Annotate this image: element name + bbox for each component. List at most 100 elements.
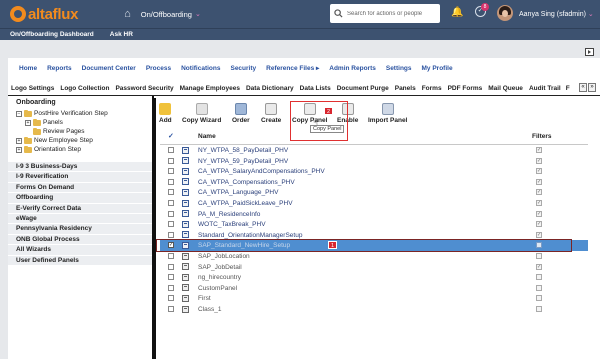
panel-name[interactable]: CustomPanel bbox=[198, 285, 237, 292]
process-offboarding[interactable]: Offboarding bbox=[8, 193, 152, 204]
panel-name[interactable]: Standard_OrientationManagerSetup bbox=[198, 232, 302, 239]
filter-checkbox[interactable] bbox=[536, 274, 542, 281]
panel-name[interactable]: CA_WTPA_Compensations_PHV bbox=[198, 179, 295, 186]
nav-my-profile[interactable]: My Profile bbox=[422, 65, 453, 72]
dashboard-link[interactable]: On/Offboarding Dashboard bbox=[10, 31, 94, 38]
table-row[interactable]: CA_WTPA_PaidSickLeave_PHV ✓ bbox=[160, 198, 588, 209]
tree-node-panels[interactable]: + Panels bbox=[25, 118, 63, 126]
tab-overflow[interactable]: F bbox=[566, 85, 570, 92]
row-checkbox[interactable] bbox=[168, 178, 174, 185]
tab-data-lists[interactable]: Data Lists bbox=[300, 85, 331, 92]
process-everify[interactable]: E-Verify Correct Data bbox=[8, 203, 152, 214]
select-all-checkbox[interactable]: ✓ bbox=[168, 132, 174, 140]
row-checkbox[interactable] bbox=[168, 284, 174, 291]
collapse-icon[interactable]: − bbox=[16, 110, 22, 117]
ask-hr-link[interactable]: Ask HR bbox=[110, 31, 133, 38]
column-name-header[interactable]: Name bbox=[198, 133, 216, 140]
row-checkbox[interactable] bbox=[168, 274, 174, 281]
filter-checkbox[interactable]: ✓ bbox=[536, 210, 542, 217]
panel-name[interactable]: Class_1 bbox=[198, 306, 221, 313]
row-checkbox[interactable] bbox=[168, 263, 174, 270]
row-checkbox[interactable] bbox=[168, 253, 174, 259]
process-pennsylvania[interactable]: Pennsylvania Residency bbox=[8, 224, 152, 235]
table-row[interactable]: ng_hirecountry bbox=[160, 272, 588, 283]
table-row[interactable]: CA_WTPA_Compensations_PHV ✓ bbox=[160, 177, 588, 188]
panel-name[interactable]: NY_WTPA_58_PayDetail_PHV bbox=[198, 147, 288, 154]
filter-checkbox[interactable]: ✓ bbox=[536, 221, 542, 228]
scroll-right-icon[interactable]: » bbox=[588, 83, 596, 92]
tree-node-new-employee[interactable]: + New Employee Step bbox=[16, 136, 93, 144]
process-all-wizards[interactable]: All Wizards bbox=[8, 245, 152, 256]
nav-reports[interactable]: Reports bbox=[47, 65, 72, 72]
expand-panel-icon[interactable] bbox=[585, 48, 594, 56]
row-checkbox[interactable] bbox=[168, 295, 174, 302]
tab-password-security[interactable]: Password Security bbox=[115, 85, 173, 92]
panel-name[interactable]: CA_WTPA_Language_PHV bbox=[198, 189, 278, 196]
filter-checkbox[interactable]: ✓ bbox=[536, 157, 542, 164]
column-filters-header[interactable]: Filters bbox=[532, 133, 552, 140]
home-icon[interactable]: ⌂ bbox=[124, 8, 131, 20]
tab-forms[interactable]: Forms bbox=[422, 85, 442, 92]
filter-checkbox[interactable]: ✓ bbox=[536, 189, 542, 196]
expand-icon[interactable]: + bbox=[16, 146, 22, 153]
expand-icon[interactable]: + bbox=[25, 119, 31, 126]
filter-checkbox[interactable]: ✓ bbox=[536, 200, 542, 206]
table-row[interactable]: CustomPanel bbox=[160, 283, 588, 294]
user-menu[interactable]: Aanya Sing (sfadmin) ⌄ bbox=[519, 10, 594, 18]
row-checkbox[interactable] bbox=[168, 210, 174, 217]
table-row[interactable]: Class_1 bbox=[160, 304, 588, 315]
panel-name[interactable]: CA_WTPA_PaidSickLeave_PHV bbox=[198, 200, 293, 207]
filter-checkbox[interactable] bbox=[536, 306, 542, 312]
tree-node-review-pages[interactable]: Review Pages bbox=[25, 127, 85, 135]
row-checkbox[interactable] bbox=[168, 189, 174, 196]
nav-admin-reports[interactable]: Admin Reports bbox=[329, 65, 376, 72]
panel-name[interactable]: WOTC_TaxBreak_PHV bbox=[198, 221, 266, 228]
tab-pdf-forms[interactable]: PDF Forms bbox=[448, 85, 483, 92]
expand-icon[interactable]: + bbox=[16, 137, 22, 144]
tab-mail-queue[interactable]: Mail Queue bbox=[488, 85, 523, 92]
import-panel-button[interactable]: Import Panel bbox=[368, 103, 407, 124]
panel-name[interactable]: ng_hirecountry bbox=[198, 274, 241, 281]
filter-checkbox[interactable] bbox=[536, 284, 542, 291]
nav-reference-files[interactable]: Reference Files ▸ bbox=[266, 64, 319, 72]
table-row[interactable]: PA_M_ResidenceInfo ✓ bbox=[160, 209, 588, 220]
filter-checkbox[interactable] bbox=[536, 295, 542, 302]
row-checkbox[interactable] bbox=[168, 221, 174, 228]
row-checkbox[interactable] bbox=[168, 147, 174, 153]
table-row[interactable]: WOTC_TaxBreak_PHV ✓ bbox=[160, 219, 588, 230]
tab-logo-settings[interactable]: Logo Settings bbox=[11, 85, 54, 92]
process-i9-3-days[interactable]: I-9 3 Business-Days bbox=[8, 162, 152, 173]
user-avatar[interactable] bbox=[497, 5, 513, 21]
row-checkbox[interactable] bbox=[168, 157, 174, 164]
global-search[interactable] bbox=[330, 4, 440, 23]
copy-wizard-button[interactable]: Copy Wizard bbox=[182, 103, 221, 124]
filter-checkbox[interactable]: ✓ bbox=[536, 231, 542, 238]
filter-checkbox[interactable] bbox=[536, 253, 542, 259]
table-row[interactable]: SAP_JobDetail ✓ bbox=[160, 262, 588, 273]
panel-name[interactable]: CA_WTPA_SalaryAndCompensations_PHV bbox=[198, 168, 325, 175]
nav-settings[interactable]: Settings bbox=[386, 65, 412, 72]
nav-home[interactable]: Home bbox=[19, 65, 37, 72]
altaflux-logo[interactable]: altaflux bbox=[10, 6, 78, 23]
create-button[interactable]: Create bbox=[261, 103, 281, 124]
process-forms-on-demand[interactable]: Forms On Demand bbox=[8, 182, 152, 194]
filter-checkbox[interactable]: ✓ bbox=[536, 178, 542, 185]
scroll-left-icon[interactable]: « bbox=[579, 83, 587, 92]
filter-checkbox[interactable]: ✓ bbox=[536, 263, 542, 270]
row-checkbox[interactable] bbox=[168, 231, 174, 238]
table-row[interactable]: CA_WTPA_SalaryAndCompensations_PHV ✓ bbox=[160, 166, 588, 177]
panel-name[interactable]: NY_WTPA_59_PayDetail_PHV bbox=[198, 158, 288, 165]
table-row[interactable]: SAP_JobLocation bbox=[160, 251, 588, 262]
module-selector[interactable]: On/Offboarding ⌄ bbox=[141, 10, 201, 19]
process-ewage[interactable]: eWage bbox=[8, 213, 152, 225]
filter-checkbox[interactable]: ✓ bbox=[536, 147, 542, 153]
filter-checkbox[interactable]: ✓ bbox=[536, 168, 542, 175]
tab-logo-collection[interactable]: Logo Collection bbox=[60, 85, 109, 92]
nav-security[interactable]: Security bbox=[230, 65, 256, 72]
process-onb-global[interactable]: ONB Global Process bbox=[8, 234, 152, 246]
panel-name[interactable]: SAP_JobDetail bbox=[198, 264, 242, 271]
panel-name[interactable]: PA_M_ResidenceInfo bbox=[198, 211, 260, 218]
tab-panels[interactable]: Panels bbox=[395, 85, 416, 92]
tab-manage-employees[interactable]: Manage Employees bbox=[180, 85, 240, 92]
tab-document-purge[interactable]: Document Purge bbox=[337, 85, 389, 92]
